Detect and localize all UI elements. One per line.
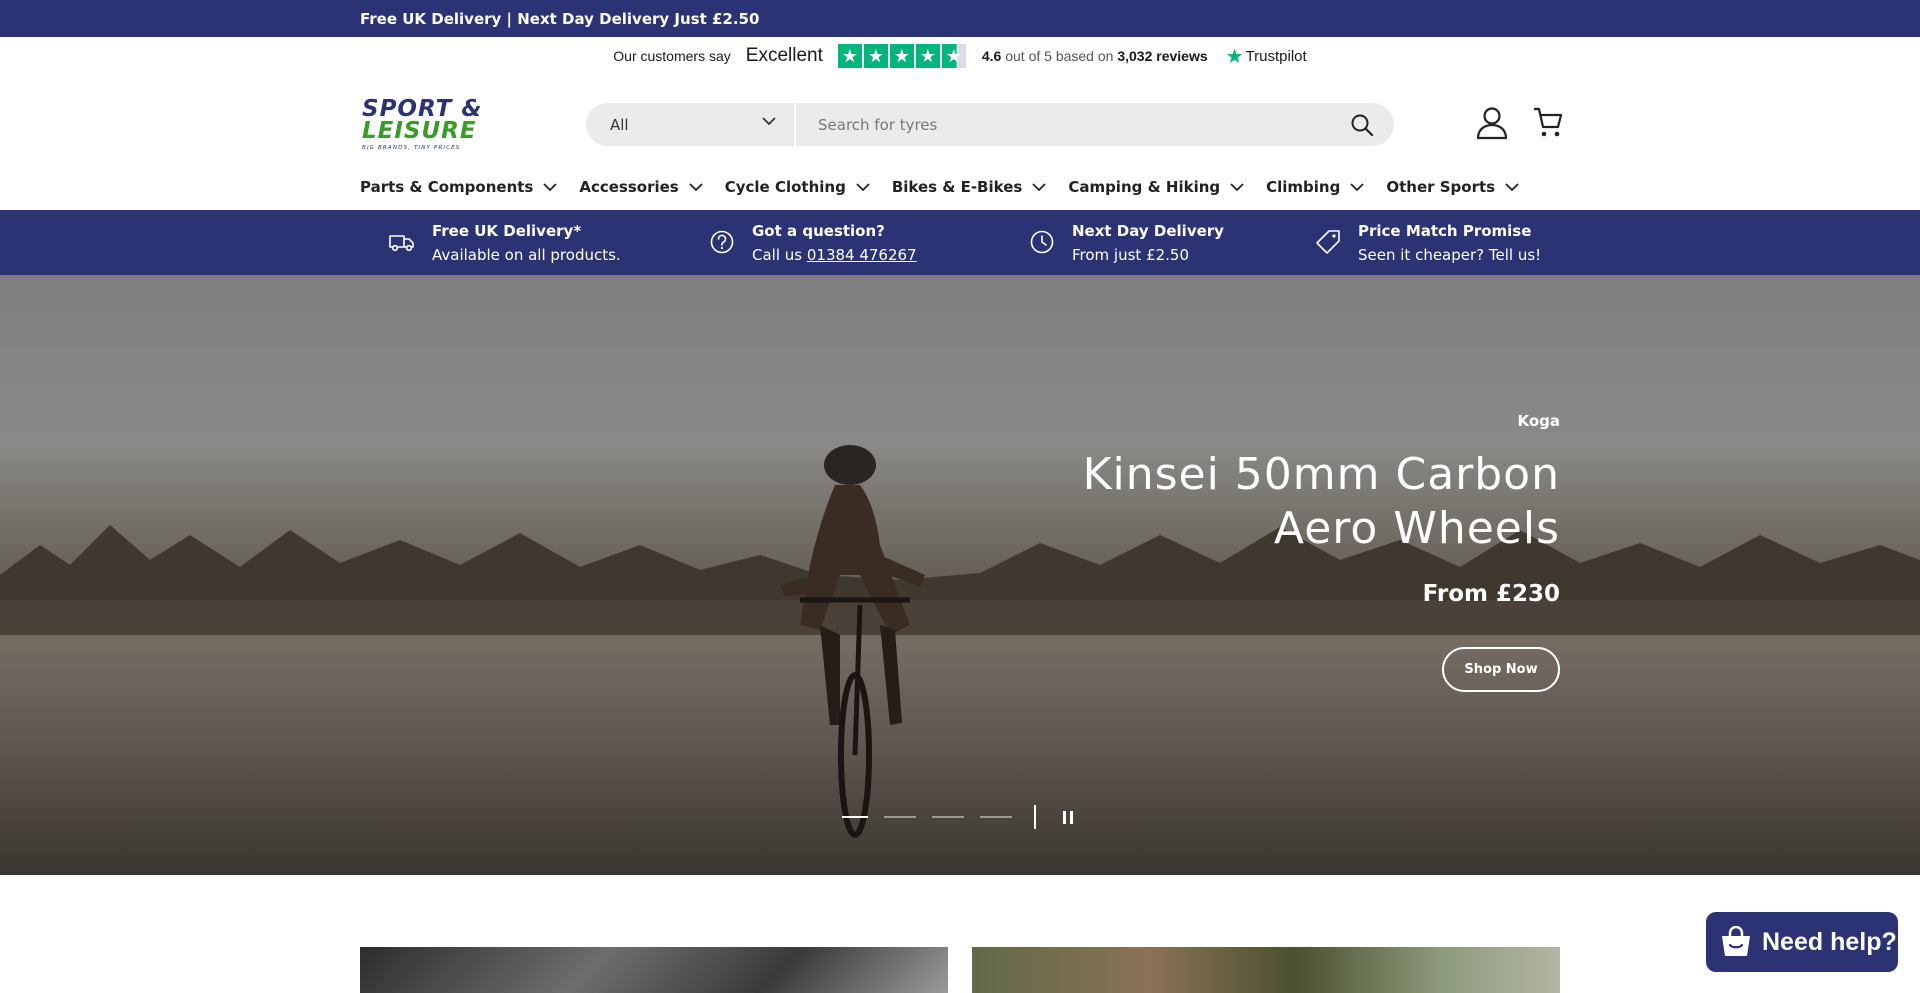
trustpilot-rating-word: Excellent: [745, 45, 823, 66]
nav-item-cycle-clothing[interactable]: Cycle Clothing: [725, 178, 870, 196]
clock-icon: [1030, 230, 1054, 254]
usp-subtitle: Available on all products.: [432, 246, 621, 264]
chevron-down-icon: [762, 117, 776, 126]
nav-item-label: Bikes & E-Bikes: [891, 178, 1023, 196]
hero-title: Kinsei 50mm Carbon Aero Wheels: [1082, 449, 1560, 554]
search-icon[interactable]: [1350, 113, 1374, 137]
trustpilot-stars: ★ ★ ★ ★ ★: [837, 44, 966, 68]
trustpilot-star-icon: ★: [1225, 45, 1244, 68]
announcement-text: Free UK Delivery | Next Day Delivery Jus…: [360, 10, 760, 28]
chevron-down-icon: [1230, 182, 1244, 191]
slide-indicator-2[interactable]: [884, 816, 916, 818]
star-icon: ★: [863, 44, 888, 68]
usp-item-price-match: Price Match Promise Seen it cheaper? Tel…: [1314, 220, 1541, 268]
chat-help-button[interactable]: Need help?: [1706, 912, 1898, 972]
shopping-bag-icon: [1722, 926, 1750, 956]
usp-item-free-delivery: Free UK Delivery* Available on all produ…: [388, 220, 621, 268]
nav-item-climbing[interactable]: Climbing: [1266, 178, 1364, 196]
hero-cyclist-image: [780, 445, 925, 838]
trustpilot-score-mid: out of 5 based on: [1001, 48, 1118, 64]
main-nav: Parts & Components Accessories Cycle Clo…: [360, 178, 1519, 196]
usp-item-question: Got a question? Call us 01384 476267: [708, 220, 917, 268]
usp-subtitle-prefix: Call us: [752, 246, 807, 264]
nav-item-label: Climbing: [1266, 178, 1341, 196]
truck-icon: [389, 235, 414, 252]
chevron-down-icon: [689, 182, 703, 191]
star-icon: ★: [915, 44, 940, 68]
slide-indicator-4[interactable]: [980, 816, 1012, 818]
usp-item-next-day: Next Day Delivery From just £2.50: [1028, 220, 1224, 268]
nav-item-bikes-ebikes[interactable]: Bikes & E-Bikes: [892, 178, 1047, 196]
trustpilot-brand: Trustpilot: [1245, 47, 1307, 65]
hero-price: From £230: [1422, 581, 1560, 607]
cart-icon[interactable]: [1533, 106, 1563, 138]
trustpilot-score: 4.6 out of 5 based on 3,032 reviews: [982, 48, 1208, 64]
star-icon: ★: [837, 44, 862, 68]
collection-tile-image[interactable]: [972, 947, 1560, 993]
usp-title: Got a question?: [752, 222, 885, 240]
usp-title: Free UK Delivery*: [432, 222, 582, 240]
chevron-down-icon: [1505, 182, 1519, 191]
nav-item-accessories[interactable]: Accessories: [579, 178, 703, 196]
slideshow-divider: [1034, 805, 1036, 829]
nav-item-label: Accessories: [579, 178, 679, 196]
phone-link[interactable]: 01384 476267: [807, 246, 917, 264]
search-input[interactable]: [796, 103, 1336, 146]
logo-tagline: BIG BRANDS, TINY PRICES: [362, 145, 460, 151]
usp-subtitle: From just £2.50: [1072, 246, 1190, 264]
nav-item-label: Camping & Hiking: [1068, 178, 1221, 196]
search-bar: All: [586, 103, 1394, 146]
chevron-down-icon: [1032, 182, 1046, 191]
chevron-down-icon: [1350, 182, 1364, 191]
hero-brand: Koga: [1517, 412, 1560, 430]
search-category-value: All: [610, 115, 629, 134]
half-star-icon: ★: [941, 44, 966, 68]
usp-subtitle: Call us 01384 476267: [752, 242, 917, 268]
hero-slideshow: Koga Kinsei 50mm Carbon Aero Wheels From…: [0, 275, 1920, 875]
nav-item-camping-hiking[interactable]: Camping & Hiking: [1068, 178, 1244, 196]
nav-item-label: Cycle Clothing: [724, 178, 846, 196]
nav-item-label: Other Sports: [1386, 178, 1496, 196]
pause-icon[interactable]: [1060, 809, 1076, 825]
slideshow-controls: [842, 805, 1076, 829]
nav-item-other-sports[interactable]: Other Sports: [1386, 178, 1519, 196]
shop-now-button[interactable]: Shop Now: [1442, 647, 1560, 692]
trustpilot-logo[interactable]: ★ Trustpilot: [1226, 44, 1307, 69]
slide-indicator-3[interactable]: [932, 816, 964, 818]
chevron-down-icon: [856, 182, 870, 191]
nav-item-label: Parts & Components: [360, 178, 534, 196]
usp-subtitle: Seen it cheaper? Tell us!: [1358, 246, 1542, 264]
slide-indicator-1[interactable]: [842, 816, 868, 818]
nav-item-parts-components[interactable]: Parts & Components: [360, 178, 557, 196]
trustpilot-widget[interactable]: Our customers say Excellent ★ ★ ★ ★ ★ 4.…: [0, 37, 1920, 75]
search-category-select[interactable]: All: [586, 103, 796, 146]
question-icon: [710, 230, 734, 254]
usp-title: Next Day Delivery: [1072, 222, 1224, 240]
account-icon[interactable]: [1476, 106, 1508, 140]
usp-bar: Free UK Delivery* Available on all produ…: [0, 210, 1920, 275]
usp-title: Price Match Promise: [1358, 222, 1532, 240]
trustpilot-score-value: 4.6: [981, 48, 1002, 64]
tag-icon: [1316, 230, 1340, 254]
announcement-bar: Free UK Delivery | Next Day Delivery Jus…: [0, 0, 1920, 37]
chat-label: Need help?: [1762, 927, 1897, 956]
site-logo[interactable]: SPORT & LEISURE BIG BRANDS, TINY PRICES: [360, 92, 510, 152]
star-icon: ★: [889, 44, 914, 68]
chevron-down-icon: [543, 182, 557, 191]
trustpilot-prefix: Our customers say: [613, 48, 731, 64]
trustpilot-review-count: 3,032 reviews: [1117, 48, 1208, 64]
logo-line-2: LEISURE: [362, 118, 477, 144]
collection-tile-image[interactable]: [360, 947, 948, 993]
